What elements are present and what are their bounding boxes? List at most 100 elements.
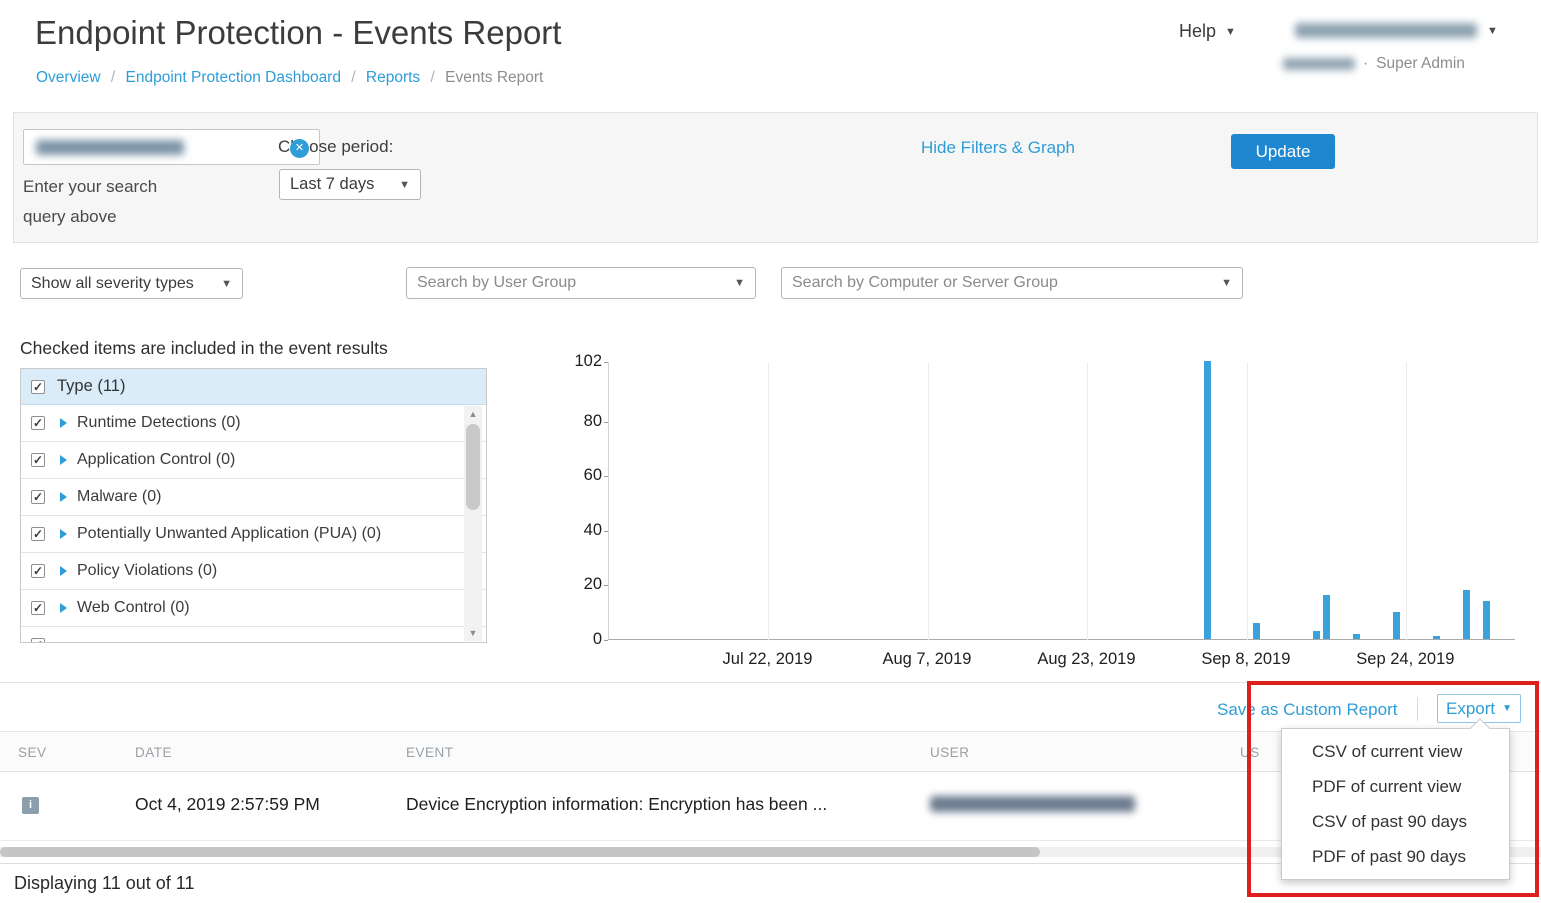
type-group-header[interactable]: Type (11) — [21, 369, 486, 405]
severity-filter-select[interactable]: Show all severity types ▼ — [20, 268, 243, 299]
chart-bar — [1353, 634, 1360, 639]
y-axis-tick-label: 60 — [560, 466, 602, 485]
chart-bar — [1393, 612, 1400, 639]
breadcrumb-reports[interactable]: Reports — [366, 69, 420, 86]
role-label: Super Admin — [1376, 55, 1465, 73]
menu-item-csv-past-90-days[interactable]: CSV of past 90 days — [1282, 804, 1509, 839]
list-item-policy-violations[interactable]: Policy Violations (0) — [21, 553, 486, 590]
role-separator: · — [1363, 55, 1368, 73]
user-group-select[interactable]: Search by User Group ▼ — [406, 267, 756, 299]
divider — [1417, 697, 1418, 721]
gridline — [1406, 362, 1407, 640]
checkbox[interactable] — [31, 453, 45, 467]
column-date: DATE — [135, 745, 172, 760]
expand-icon[interactable] — [60, 529, 67, 539]
list-item-pua[interactable]: Potentially Unwanted Application (PUA) (… — [21, 516, 486, 553]
scrollbar-vertical[interactable]: ▲ ▼ — [464, 406, 482, 641]
events-report-page: Endpoint Protection - Events Report Over… — [0, 0, 1541, 903]
expand-icon[interactable] — [60, 566, 67, 576]
events-bar-chart: 020406080102Jul 22, 2019Aug 7, 2019Aug 2… — [560, 362, 1525, 677]
list-item-label: Policy Violations (0) — [77, 562, 217, 580]
event-description: Device Encryption information: Encryptio… — [406, 794, 827, 815]
update-button[interactable]: Update — [1231, 134, 1335, 169]
menu-item-pdf-current-view[interactable]: PDF of current view — [1282, 769, 1509, 804]
search-input[interactable] — [23, 129, 320, 165]
y-axis-tick-label: 0 — [560, 630, 602, 649]
breadcrumb-current: Events Report — [445, 69, 543, 86]
save-as-custom-report-link[interactable]: Save as Custom Report — [1217, 700, 1397, 720]
y-axis-tick — [604, 531, 608, 532]
x-axis-tick-label: Sep 24, 2019 — [1356, 650, 1454, 669]
breadcrumb-endpoint-dashboard[interactable]: Endpoint Protection Dashboard — [126, 69, 341, 86]
user-menu[interactable]: ▼ — [1295, 23, 1498, 38]
expand-icon[interactable] — [60, 418, 67, 428]
expand-icon[interactable] — [60, 492, 67, 502]
clear-search-icon[interactable]: ✕ — [290, 139, 309, 158]
help-menu[interactable]: Help ▼ — [1179, 21, 1236, 42]
redacted-user-name — [1295, 23, 1477, 38]
computer-group-placeholder: Search by Computer or Server Group — [792, 274, 1058, 292]
period-select[interactable]: Last 7 days ▼ — [279, 169, 421, 200]
checkbox[interactable] — [31, 601, 45, 615]
computer-group-select[interactable]: Search by Computer or Server Group ▼ — [781, 267, 1243, 299]
gridline — [768, 362, 769, 640]
checkbox[interactable] — [31, 527, 45, 541]
list-item-label: Application Control (0) — [77, 451, 235, 469]
gridline — [1087, 362, 1088, 640]
user-group-placeholder: Search by User Group — [417, 274, 576, 292]
checkbox[interactable] — [31, 490, 45, 504]
type-group-label: Type (11) — [57, 377, 125, 396]
y-axis-tick-label: 102 — [560, 352, 602, 371]
x-axis-tick-label: Sep 8, 2019 — [1201, 650, 1290, 669]
expand-icon[interactable] — [60, 603, 67, 613]
list-item-runtime-detections[interactable]: Runtime Detections (0) — [21, 405, 486, 442]
column-event: EVENT — [406, 745, 454, 760]
results-count: Displaying 11 out of 11 — [14, 873, 194, 894]
y-axis-tick-label: 20 — [560, 575, 602, 594]
menu-item-pdf-past-90-days[interactable]: PDF of past 90 days — [1282, 839, 1509, 874]
x-axis-tick-label: Aug 23, 2019 — [1037, 650, 1135, 669]
redacted-user-cell — [930, 796, 1135, 812]
scrollbar-thumb[interactable] — [466, 424, 480, 510]
chevron-down-icon: ▼ — [1221, 277, 1232, 289]
chart-bar — [1483, 601, 1490, 639]
scroll-up-icon[interactable]: ▲ — [464, 406, 482, 422]
list-item-malware[interactable]: Malware (0) — [21, 479, 486, 516]
scrollbar-thumb[interactable] — [0, 847, 1040, 857]
checkbox[interactable] — [31, 416, 45, 430]
chevron-down-icon: ▼ — [1487, 25, 1498, 37]
chevron-down-icon: ▼ — [734, 277, 745, 289]
filter-panel: Choose period: ✕ Enter your search query… — [13, 112, 1538, 243]
export-label: Export — [1446, 699, 1495, 719]
list-item-application-control[interactable]: Application Control (0) — [21, 442, 486, 479]
y-axis-tick — [604, 362, 608, 363]
chart-bar — [1204, 361, 1211, 639]
checked-items-caption: Checked items are included in the event … — [20, 338, 388, 359]
event-date: Oct 4, 2019 2:57:59 PM — [135, 794, 320, 815]
checkbox[interactable] — [31, 564, 45, 578]
hide-filters-link[interactable]: Hide Filters & Graph — [921, 138, 1075, 158]
period-value: Last 7 days — [290, 175, 374, 194]
redacted-account-name — [1283, 58, 1355, 70]
x-axis-tick-label: Jul 22, 2019 — [723, 650, 813, 669]
menu-item-csv-current-view[interactable]: CSV of current view — [1282, 734, 1509, 769]
event-type-list: Type (11) Runtime Detections (0) Applica… — [20, 368, 487, 643]
checkbox[interactable] — [31, 638, 45, 643]
search-helper-text: Enter your search query above — [23, 172, 198, 232]
chevron-down-icon: ▼ — [1225, 26, 1236, 38]
breadcrumb-overview[interactable]: Overview — [36, 69, 101, 86]
x-axis-tick-label: Aug 7, 2019 — [882, 650, 971, 669]
list-item-label: Malware (0) — [77, 488, 161, 506]
divider — [0, 682, 1541, 683]
list-item-web-control[interactable]: Web Control (0) — [21, 590, 486, 627]
chart-bar — [1463, 590, 1470, 639]
checkbox-type-group[interactable] — [31, 380, 45, 394]
help-label: Help — [1179, 21, 1216, 42]
scroll-down-icon[interactable]: ▼ — [464, 625, 482, 641]
breadcrumb: Overview / Endpoint Protection Dashboard… — [36, 69, 543, 87]
expand-icon[interactable] — [60, 455, 67, 465]
column-user: USER — [930, 745, 970, 760]
list-item-partial[interactable] — [21, 627, 486, 643]
y-axis-tick — [604, 640, 608, 641]
list-item-label: Runtime Detections (0) — [77, 414, 241, 432]
